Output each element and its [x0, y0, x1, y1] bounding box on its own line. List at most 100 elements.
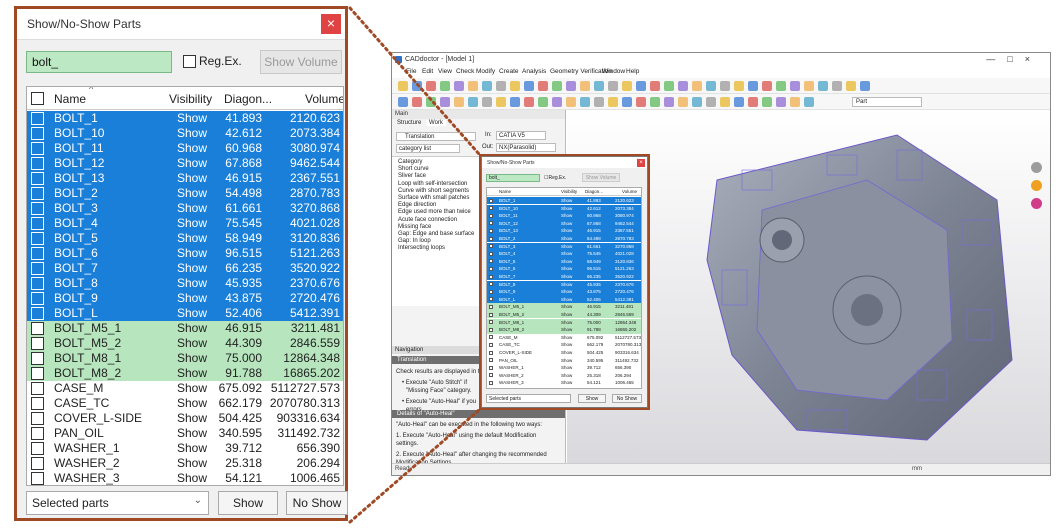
- toolbar-tool-icon[interactable]: [650, 81, 660, 91]
- toolbar-tool-icon[interactable]: [552, 81, 562, 91]
- close-icon[interactable]: ×: [321, 14, 341, 34]
- toolbar-tool-icon[interactable]: [790, 97, 800, 107]
- toolbar-tool-icon[interactable]: [636, 81, 646, 91]
- toolbar-tool-icon[interactable]: [412, 81, 422, 91]
- toolbar-tool-icon[interactable]: [440, 97, 450, 107]
- window-controls[interactable]: —□×: [986, 54, 1042, 64]
- table-row[interactable]: BOLT_2 Show 54.498 2870.783: [27, 186, 343, 201]
- toolbar-tool-icon[interactable]: [454, 97, 464, 107]
- table-row[interactable]: BOLT_3 Show 61.661 3270.868: [27, 201, 343, 216]
- no-show-button[interactable]: No Show: [286, 491, 348, 515]
- table-row[interactable]: BOLT_10 Show 42.612 2073.384: [27, 126, 343, 141]
- menu-help[interactable]: Help: [626, 68, 639, 75]
- table-row[interactable]: BOLT_5 Show 58.949 3120.836: [27, 231, 343, 246]
- toolbar-tool-icon[interactable]: [804, 81, 814, 91]
- menu-check[interactable]: Check: [456, 68, 474, 75]
- table-row[interactable]: BOLT_7 Show 66.235 3520.922: [27, 261, 343, 276]
- toolbar-tool-icon[interactable]: [832, 81, 842, 91]
- toolbar-tool-icon[interactable]: [482, 81, 492, 91]
- show-button[interactable]: Show: [218, 491, 278, 515]
- regex-checkbox[interactable]: Reg.Ex.: [183, 54, 242, 68]
- toolbar-tool-icon[interactable]: [552, 97, 562, 107]
- translation-combo[interactable]: Translation: [396, 132, 476, 141]
- toolbar-tool-icon[interactable]: [608, 81, 618, 91]
- toolbar-tool-icon[interactable]: [580, 97, 590, 107]
- menu-file[interactable]: File: [406, 68, 416, 75]
- table-row[interactable]: BOLT_M5_1 Show 46.915 3211.481: [27, 321, 343, 336]
- toolbar-tool-icon[interactable]: [608, 97, 618, 107]
- table-row[interactable]: BOLT_4 Show 75.545 4021.028: [27, 216, 343, 231]
- table-row[interactable]: BOLT_13 Show 46.915 2367.551: [27, 171, 343, 186]
- table-row[interactable]: BOLT_M5_2 Show 44.309 2846.559: [27, 336, 343, 351]
- toolbar-tool-icon[interactable]: [524, 97, 534, 107]
- toolbar-tool-icon[interactable]: [482, 97, 492, 107]
- toolbar-tool-icon[interactable]: [398, 97, 408, 107]
- toolbar-tool-icon[interactable]: [804, 97, 814, 107]
- toolbar-tool-icon[interactable]: [776, 97, 786, 107]
- table-row[interactable]: WASHER_1 Show 39.712 656.390: [27, 441, 343, 456]
- table-row[interactable]: BOLT_M8_2 Show 91.788 16865.202: [27, 366, 343, 381]
- toolbar-tool-icon[interactable]: [748, 97, 758, 107]
- toolbar-tool-icon[interactable]: [650, 97, 660, 107]
- toolbar-tool-icon[interactable]: [706, 81, 716, 91]
- toolbar-tool-icon[interactable]: [510, 81, 520, 91]
- toolbar-tool-icon[interactable]: [692, 81, 702, 91]
- menu-window[interactable]: Window: [602, 68, 625, 75]
- table-row[interactable]: BOLT_L Show 52.406 5412.391: [27, 306, 343, 321]
- toolbar-tool-icon[interactable]: [496, 97, 506, 107]
- toolbar-tool-icon[interactable]: [748, 81, 758, 91]
- part-combo[interactable]: Part: [852, 97, 922, 107]
- col-name[interactable]: Name: [54, 92, 86, 106]
- toolbar-tool-icon[interactable]: [524, 81, 534, 91]
- select-all-checkbox[interactable]: [31, 92, 44, 108]
- table-row[interactable]: WASHER_2 Show 25.318 206.294: [27, 456, 343, 471]
- out-field[interactable]: NX(Parasolid): [496, 143, 556, 152]
- col-volume[interactable]: Volume: [305, 92, 343, 106]
- table-row[interactable]: BOLT_9 Show 43.875 2720.476: [27, 291, 343, 306]
- toolbar-tool-icon[interactable]: [790, 81, 800, 91]
- toolbar-tool-icon[interactable]: [776, 81, 786, 91]
- toolbar-tool-icon[interactable]: [846, 81, 856, 91]
- toolbar-tool-icon[interactable]: [706, 97, 716, 107]
- toolbar-tool-icon[interactable]: [538, 97, 548, 107]
- toolbar-tool-icon[interactable]: [762, 97, 772, 107]
- toolbar-tool-icon[interactable]: [566, 97, 576, 107]
- table-row[interactable]: BOLT_8 Show 45.935 2370.676: [27, 276, 343, 291]
- toolbar-tool-icon[interactable]: [538, 81, 548, 91]
- table-row[interactable]: WASHER_3 Show 54.121 1006.465: [27, 471, 343, 485]
- in-field[interactable]: CATIA V5: [496, 131, 546, 140]
- toolbar-tool-icon[interactable]: [426, 97, 436, 107]
- row-checkbox[interactable]: [31, 472, 44, 485]
- error-icon[interactable]: [1031, 198, 1042, 209]
- toolbar-tool-icon[interactable]: [622, 97, 632, 107]
- toolbar-tool-icon[interactable]: [412, 97, 422, 107]
- toolbar-tool-icon[interactable]: [496, 81, 506, 91]
- menu-create[interactable]: Create: [499, 68, 519, 75]
- regex-checkbox-box[interactable]: [183, 54, 196, 68]
- toolbar-tool-icon[interactable]: [622, 81, 632, 91]
- menu-view[interactable]: View: [438, 68, 452, 75]
- toolbar-tool-icon[interactable]: [664, 81, 674, 91]
- toolbar-tool-icon[interactable]: [720, 81, 730, 91]
- tab-structure[interactable]: Structure: [394, 120, 424, 126]
- toolbar-tool-icon[interactable]: [762, 81, 772, 91]
- toolbar-tool-icon[interactable]: [454, 81, 464, 91]
- toolbar-tool-icon[interactable]: [440, 81, 450, 91]
- show-volume-button[interactable]: Show Volume: [260, 50, 342, 74]
- toolbar-tool-icon[interactable]: [594, 81, 604, 91]
- toolbar-tool-icon[interactable]: [510, 97, 520, 107]
- toolbar-tool-icon[interactable]: [734, 97, 744, 107]
- toolbar-tool-icon[interactable]: [594, 97, 604, 107]
- toolbar-tool-icon[interactable]: [678, 97, 688, 107]
- toolbar-tool-icon[interactable]: [678, 81, 688, 91]
- toolbar-tool-icon[interactable]: [580, 81, 590, 91]
- parts-table[interactable]: Name ^ Visibility Diagon... Volume BOLT_…: [26, 86, 344, 486]
- table-row[interactable]: BOLT_6 Show 96.515 5121.263: [27, 246, 343, 261]
- menu-edit[interactable]: Edit: [422, 68, 433, 75]
- settings-icon[interactable]: [1031, 162, 1042, 173]
- menu-modify[interactable]: Modify: [476, 68, 495, 75]
- table-row[interactable]: CASE_TC Show 662.179 2070780.313: [27, 396, 343, 411]
- col-diagonal[interactable]: Diagon...: [224, 92, 272, 106]
- table-row[interactable]: COVER_L-SIDE Show 504.425 903316.634: [27, 411, 343, 426]
- toolbar-tool-icon[interactable]: [720, 97, 730, 107]
